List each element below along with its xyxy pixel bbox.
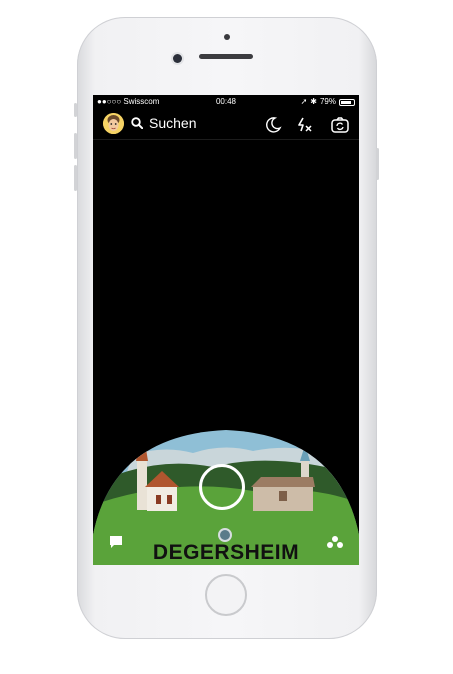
flash-off-icon[interactable] bbox=[294, 115, 314, 135]
bitmoji-avatar[interactable] bbox=[103, 113, 124, 134]
memories-icon[interactable] bbox=[218, 528, 232, 542]
phone-screen: ●●○○○ Swisscom 00:48 ➚ ✱ 79% Suchen DEGE… bbox=[93, 95, 359, 565]
battery-percent: 79% bbox=[319, 97, 336, 106]
bluetooth-icon: ✱ bbox=[310, 97, 317, 106]
battery-icon bbox=[339, 98, 355, 106]
location-icon: ➚ bbox=[300, 97, 308, 106]
flip-camera-icon[interactable] bbox=[330, 115, 350, 135]
mute-switch bbox=[74, 103, 77, 117]
capture-button[interactable] bbox=[199, 464, 245, 510]
power-button bbox=[376, 148, 379, 180]
status-right: ➚ ✱ 79% bbox=[301, 95, 355, 109]
volume-up-button bbox=[74, 133, 77, 159]
search-label[interactable]: Suchen bbox=[149, 115, 196, 131]
front-camera bbox=[173, 54, 182, 63]
sensor-dot bbox=[224, 34, 230, 40]
camera-top-bar: Suchen bbox=[93, 109, 359, 139]
top-bar-divider bbox=[93, 139, 359, 140]
geofilter-town-name: DEGERSHEIM bbox=[152, 541, 300, 564]
earpiece-speaker bbox=[199, 54, 253, 59]
search-icon[interactable] bbox=[131, 117, 143, 129]
status-bar: ●●○○○ Swisscom 00:48 ➚ ✱ 79% bbox=[93, 95, 359, 109]
volume-down-button bbox=[74, 165, 77, 191]
home-button[interactable] bbox=[205, 574, 247, 616]
night-mode-icon[interactable] bbox=[263, 115, 283, 135]
